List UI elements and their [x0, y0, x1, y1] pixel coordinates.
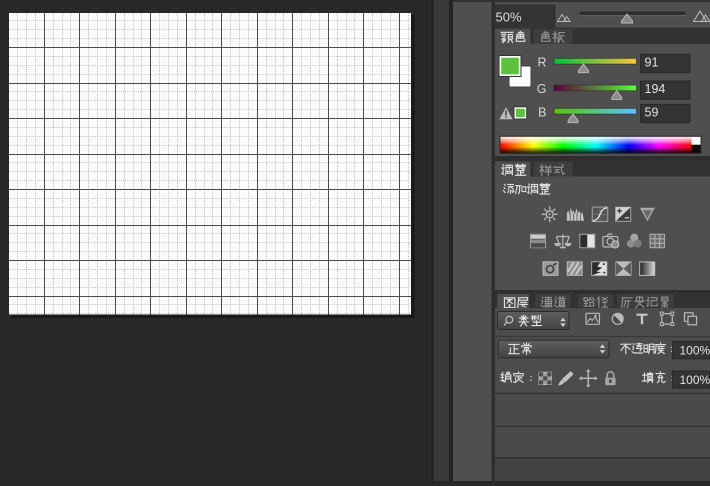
- svg-text:100%: 100%: [680, 373, 710, 387]
- svg-text:50%: 50%: [496, 9, 522, 24]
- svg-text:194: 194: [645, 82, 666, 96]
- svg-text:59: 59: [645, 106, 659, 120]
- svg-text:R: R: [537, 55, 546, 69]
- svg-text:91: 91: [645, 56, 659, 70]
- svg-text:G: G: [537, 82, 547, 96]
- svg-text:100%: 100%: [680, 344, 710, 358]
- svg-text:B: B: [538, 105, 546, 119]
